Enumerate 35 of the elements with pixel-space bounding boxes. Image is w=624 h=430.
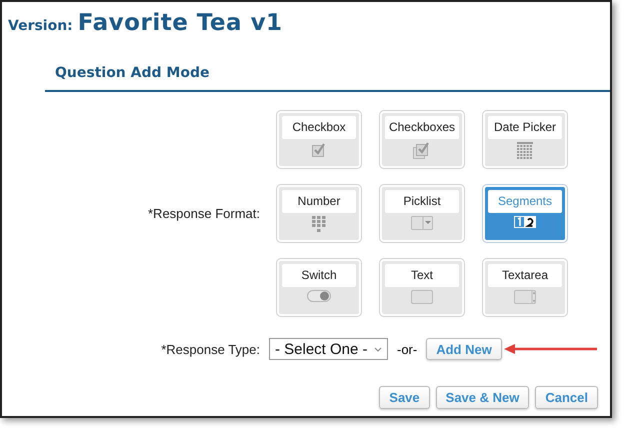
tile-label: Textarea — [488, 264, 562, 287]
tile-label: Number — [282, 190, 356, 213]
field-label: *Response Type: — [160, 342, 260, 356]
format-tile[interactable]: Number — [277, 185, 361, 242]
or-text: -or- — [397, 342, 418, 356]
segments-icon — [514, 216, 536, 228]
checkboxes-icon — [413, 142, 431, 159]
format-tile[interactable]: Text — [380, 259, 464, 316]
toggle-icon — [307, 290, 331, 302]
version-title: Favorite Tea v1 — [78, 10, 283, 36]
format-tile[interactable]: Picklist — [380, 185, 464, 242]
format-tile[interactable]: Switch — [277, 259, 361, 316]
field-label: *Response Format: — [147, 206, 260, 221]
tile-label: Checkboxes — [385, 116, 459, 139]
tile-label: Text — [385, 264, 459, 287]
keypad-icon — [312, 216, 326, 235]
calendar-icon — [516, 142, 534, 161]
tile-label: Checkbox — [282, 116, 356, 139]
tile-label: Date Picker — [488, 116, 562, 139]
section-title: Question Add Mode — [55, 65, 210, 81]
textarea-icon — [514, 290, 536, 304]
tile-label: Switch — [282, 264, 356, 287]
tile-label: Segments — [488, 190, 562, 213]
arrow-icon — [504, 344, 598, 354]
tile-label: Picklist — [385, 190, 459, 213]
text-field-icon — [411, 290, 433, 304]
dropdown-icon — [411, 216, 433, 230]
version-label: Version: — [8, 18, 73, 34]
format-tile[interactable]: Checkbox — [277, 111, 361, 168]
format-tile[interactable]: Textarea — [483, 259, 567, 316]
checkbox-icon — [311, 142, 327, 158]
format-tile[interactable]: Date Picker — [483, 111, 567, 168]
chevron-icon — [374, 346, 382, 352]
select-dropdown[interactable]: - Select One - — [269, 338, 388, 360]
format-tile[interactable]: Checkboxes — [380, 111, 464, 168]
